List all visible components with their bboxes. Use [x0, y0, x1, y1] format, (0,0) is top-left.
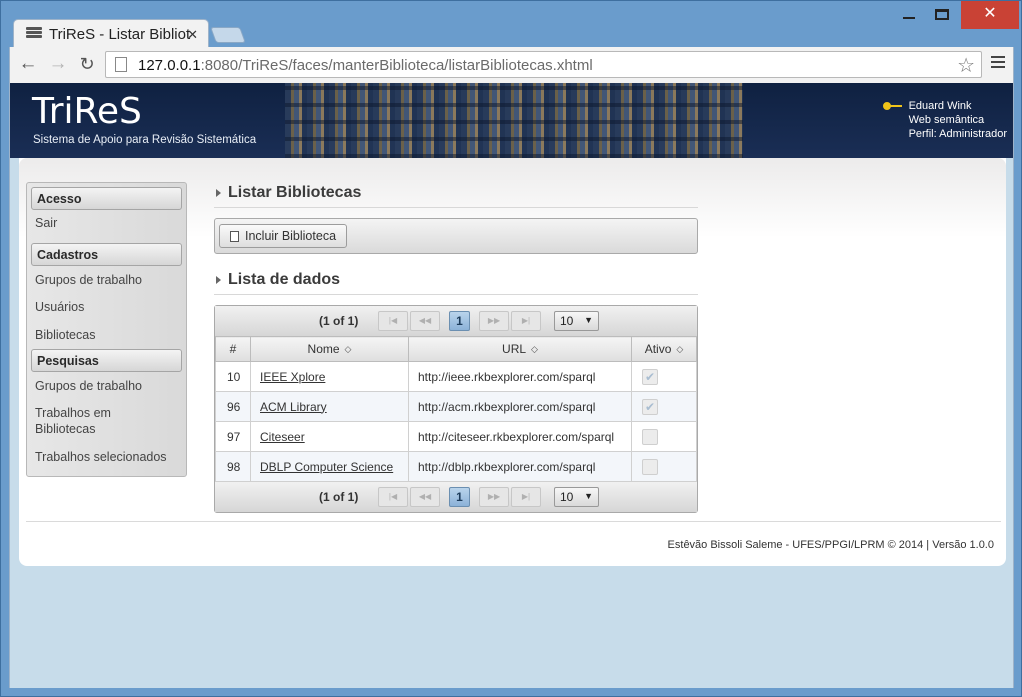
sidebar-item-sair[interactable]: Sair: [31, 215, 182, 231]
maximize-button[interactable]: [927, 1, 957, 29]
library-url: http://ieee.rkbexplorer.com/sparql: [408, 361, 632, 392]
row-id: 97: [215, 421, 251, 452]
active-checkbox: [642, 428, 658, 445]
active-checkbox: ✔: [642, 368, 658, 385]
next-page-icon[interactable]: ▶▶: [479, 487, 509, 507]
rows-per-page-select[interactable]: 10: [554, 487, 599, 507]
tab-close-icon[interactable]: ✕: [187, 27, 198, 43]
address-bar[interactable]: 127.0.0.1:8080/TriReS/faces/manterBiblio…: [105, 51, 982, 78]
sidebar-item-usuarios[interactable]: Usuários: [31, 299, 182, 315]
bookmark-star-icon[interactable]: ☆: [957, 53, 975, 78]
column-header-id: #: [215, 336, 251, 362]
site-logo[interactable]: TriReS: [32, 91, 142, 132]
data-table: # Nome ◇ URL ◇ Ativo ◇ 10 IEEE Xplore http:…: [215, 336, 697, 482]
library-url: http://citeseer.rkbexplorer.com/sparql: [408, 421, 632, 452]
browser-tab[interactable]: TriReS - Listar Bibliot ✕: [13, 19, 209, 49]
sidebar-item-trabalhos-selecionados[interactable]: Trabalhos selecionados: [31, 449, 182, 465]
key-icon: [882, 102, 903, 110]
table-row[interactable]: 96 ACM Library http://acm.rkbexplorer.co…: [215, 391, 697, 422]
content-card: Acesso Sair Cadastros Grupos de trabalho…: [19, 158, 1006, 566]
sidebar-section-pesquisas[interactable]: Pesquisas: [31, 349, 182, 372]
user-group: Web semântica: [908, 114, 985, 126]
page-viewport: TriReS Sistema de Apoio para Revisão Sis…: [9, 83, 1014, 688]
bottom-paginator: (1 of 1) |◀ ◀◀ 1 ▶▶ ▶| 10: [215, 482, 697, 512]
page-number-button[interactable]: 1: [449, 487, 470, 507]
sidebar-item-grupos-de-trabalho[interactable]: Grupos de trabalho: [31, 272, 182, 288]
library-url: http://acm.rkbexplorer.com/sparql: [408, 391, 632, 422]
page-title: Listar Bibliotecas: [214, 184, 698, 208]
sort-icon[interactable]: ◇: [345, 344, 352, 355]
main-content: Listar Bibliotecas Incluir Biblioteca Li…: [214, 184, 698, 513]
page-report: (1 of 1): [319, 314, 359, 328]
check-icon: ✔: [644, 399, 656, 414]
sort-icon[interactable]: ◇: [676, 344, 683, 355]
prev-page-icon[interactable]: ◀◀: [410, 487, 440, 507]
table-row[interactable]: 10 IEEE Xplore http://ieee.rkbexplorer.c…: [215, 361, 697, 392]
document-icon: [230, 231, 239, 242]
table-row[interactable]: 97 Citeseer http://citeseer.rkbexplorer.…: [215, 421, 697, 452]
close-window-button[interactable]: ✕: [961, 1, 1019, 29]
last-page-icon[interactable]: ▶|: [511, 311, 541, 331]
browser-toolbar: ← → ↻ 127.0.0.1:8080/TriReS/faces/manter…: [9, 47, 1014, 83]
action-toolbar: Incluir Biblioteca: [214, 218, 698, 254]
sidebar-item-trabalhos-em-bibliotecas[interactable]: Trabalhos em Bibliotecas: [31, 405, 141, 437]
page-number-button[interactable]: 1: [449, 311, 470, 331]
next-page-icon[interactable]: ▶▶: [479, 311, 509, 331]
sidebar-section-acesso[interactable]: Acesso: [31, 187, 182, 210]
sidebar-section-cadastros[interactable]: Cadastros: [31, 243, 182, 266]
active-checkbox: ✔: [642, 398, 658, 415]
site-header: TriReS Sistema de Apoio para Revisão Sis…: [10, 83, 1013, 158]
add-library-button[interactable]: Incluir Biblioteca: [219, 224, 348, 248]
back-arrow-icon[interactable]: ←: [16, 53, 40, 77]
column-header-nome[interactable]: Nome ◇: [250, 336, 409, 362]
page-report: (1 of 1): [319, 490, 359, 504]
library-name-link[interactable]: ACM Library: [260, 400, 327, 414]
top-paginator: (1 of 1) |◀ ◀◀ 1 ▶▶ ▶| 10: [215, 306, 697, 336]
row-id: 10: [215, 361, 251, 392]
libraries-table: (1 of 1) |◀ ◀◀ 1 ▶▶ ▶| 10 # Nome◇: [214, 305, 698, 513]
first-page-icon[interactable]: |◀: [378, 487, 408, 507]
column-header-url[interactable]: URL ◇: [408, 336, 632, 362]
library-name-link[interactable]: IEEE Xplore: [260, 370, 325, 384]
add-library-label: Incluir Biblioteca: [245, 229, 337, 243]
forward-arrow-icon[interactable]: →: [46, 53, 70, 77]
browser-window: TriReS - Listar Bibliot ✕ ✕ ← → ↻ 127.0.…: [0, 0, 1022, 697]
reload-icon[interactable]: ↻: [75, 53, 99, 77]
check-icon: ✔: [644, 369, 656, 384]
minimize-button[interactable]: [894, 1, 924, 29]
url-host: 127.0.0.1: [138, 57, 201, 74]
sidebar-item-pesquisa-grupos[interactable]: Grupos de trabalho: [31, 378, 182, 394]
new-tab-button[interactable]: [210, 27, 246, 43]
last-page-icon[interactable]: ▶|: [511, 487, 541, 507]
library-name-link[interactable]: Citeseer: [260, 430, 305, 444]
bookshelf-banner: [285, 83, 743, 158]
table-row[interactable]: 98 DBLP Computer Science http://dblp.rkb…: [215, 451, 697, 482]
library-url: http://dblp.rkbexplorer.com/sparql: [408, 451, 632, 482]
user-info: Eduard Wink Web semântica Perfil: Admini…: [882, 99, 1007, 141]
url-path: :8080/TriReS/faces/manterBiblioteca/list…: [200, 57, 593, 74]
tab-title: TriReS - Listar Bibliot: [49, 26, 191, 43]
site-subtitle: Sistema de Apoio para Revisão Sistemátic…: [33, 134, 257, 146]
row-id: 98: [215, 451, 251, 482]
browser-menu-icon[interactable]: [991, 56, 1005, 71]
page-icon: [115, 57, 127, 72]
user-name: Eduard Wink: [908, 100, 972, 112]
rows-per-page-select[interactable]: 10: [554, 311, 599, 331]
title-bar: TriReS - Listar Bibliot ✕ ✕: [1, 1, 1021, 49]
prev-page-icon[interactable]: ◀◀: [410, 311, 440, 331]
library-name-link[interactable]: DBLP Computer Science: [260, 460, 393, 474]
footer-divider: [26, 521, 1001, 522]
sidebar-item-bibliotecas[interactable]: Bibliotecas: [31, 327, 182, 343]
column-header-ativo[interactable]: Ativo ◇: [631, 336, 697, 362]
sort-icon[interactable]: ◇: [531, 344, 538, 355]
sidebar-menu: Acesso Sair Cadastros Grupos de trabalho…: [26, 182, 187, 477]
first-page-icon[interactable]: |◀: [378, 311, 408, 331]
active-checkbox: [642, 458, 658, 475]
row-id: 96: [215, 391, 251, 422]
footer-text: Estêvão Bissoli Saleme - UFES/PPGI/LPRM …: [667, 539, 994, 551]
books-icon: [26, 27, 42, 41]
user-profile: Perfil: Administrador: [908, 128, 1007, 140]
list-title: Lista de dados: [214, 271, 698, 295]
